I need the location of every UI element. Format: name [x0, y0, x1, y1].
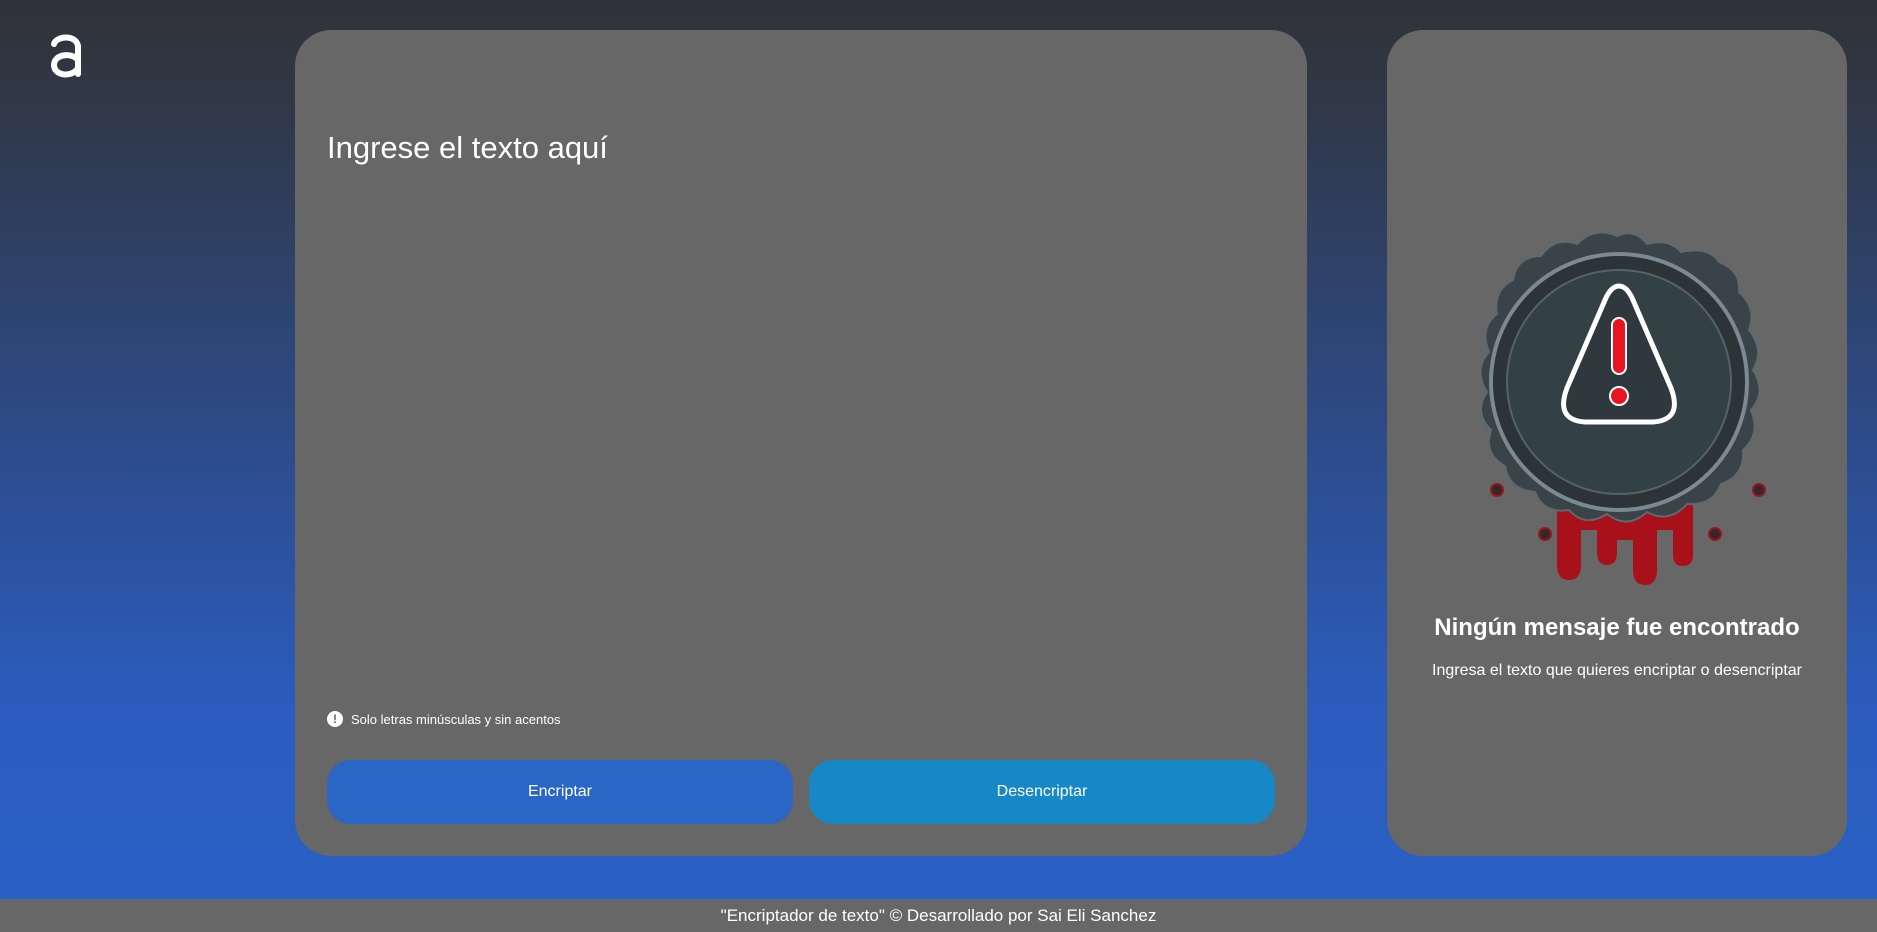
input-panel: ! Solo letras minúsculas y sin acentos E… — [295, 30, 1307, 856]
decrypt-button[interactable]: Desencriptar — [809, 760, 1275, 824]
warning-badge-icon — [1479, 231, 1766, 585]
empty-subtitle: Ingresa el texto que quieres encriptar o… — [1432, 662, 1802, 679]
text-input[interactable] — [327, 130, 1267, 610]
hint-text: Solo letras minúsculas y sin acentos — [351, 711, 561, 727]
footer: "Encriptador de texto" © Desarrollado po… — [0, 899, 1877, 932]
empty-title: Ningún mensaje fue encontrado — [1434, 614, 1800, 641]
exclamation-circle-icon: ! — [327, 711, 343, 727]
alura-logo-icon — [50, 34, 81, 78]
hint: ! Solo letras minúsculas y sin acentos — [327, 711, 561, 727]
output-panel: Ningún mensaje fue encontrado Ingresa el… — [1387, 30, 1847, 856]
encrypt-button[interactable]: Encriptar — [327, 760, 793, 824]
footer-text: "Encriptador de texto" © Desarrollado po… — [720, 905, 1157, 925]
